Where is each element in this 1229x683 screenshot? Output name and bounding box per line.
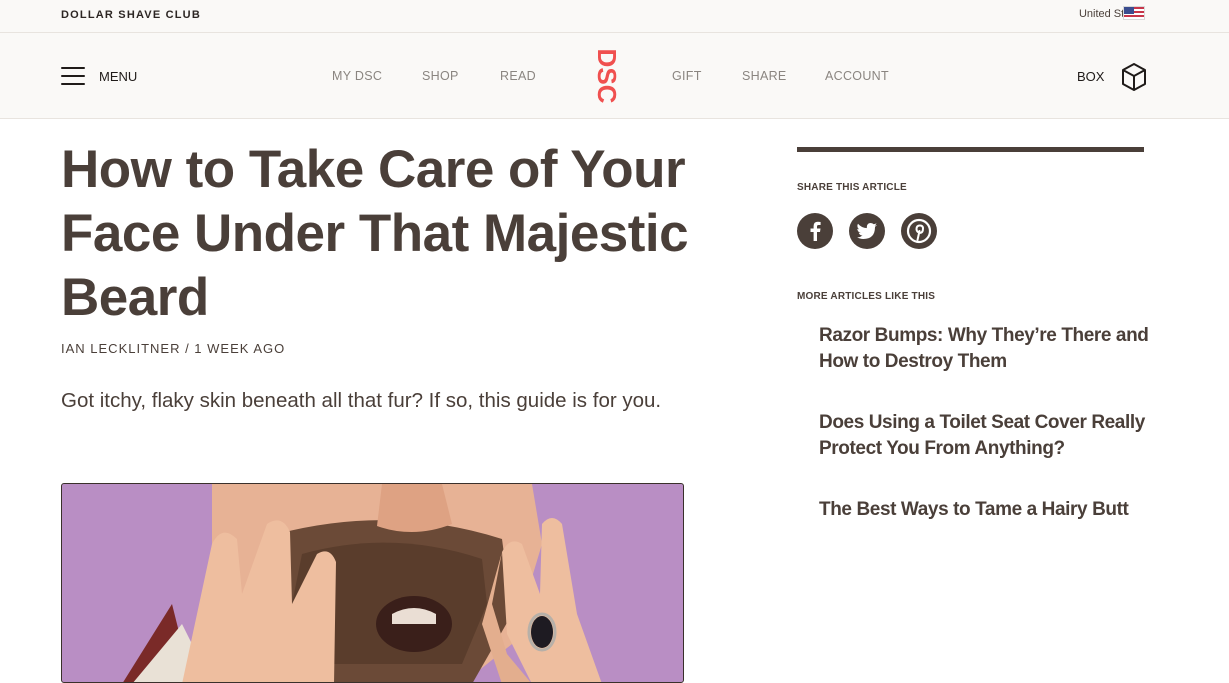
hero-image <box>61 483 684 683</box>
nav-link-gift[interactable]: GIFT <box>672 69 702 83</box>
related-article-link[interactable]: Does Using a Toilet Seat Cover Really Pr… <box>819 410 1149 462</box>
share-heading: SHARE THIS ARTICLE <box>797 182 907 193</box>
bearded-man-photo <box>123 484 602 682</box>
hamburger-menu-icon[interactable] <box>61 67 85 85</box>
article-byline: IAN LECKLITNER / 1 WEEK AGO <box>61 341 286 356</box>
box-button[interactable]: BOX <box>1077 69 1104 84</box>
pinterest-icon[interactable] <box>901 213 937 249</box>
twitter-icon[interactable] <box>849 213 885 249</box>
box-cube-icon[interactable] <box>1120 62 1148 92</box>
related-article-link[interactable]: Razor Bumps: Why They’re There and How t… <box>819 323 1149 375</box>
sidebar-divider <box>797 147 1144 152</box>
us-flag-icon[interactable] <box>1123 6 1145 20</box>
nav-link-read[interactable]: READ <box>500 69 536 83</box>
nav-link-shop[interactable]: SHOP <box>422 69 459 83</box>
logo-text: DSC <box>592 49 620 104</box>
more-articles-heading: MORE ARTICLES LIKE THIS <box>797 291 936 302</box>
nav-link-account[interactable]: ACCOUNT <box>825 69 889 83</box>
nav-link-my-dsc[interactable]: MY DSC <box>332 69 382 83</box>
top-utility-bar: DOLLAR SHAVE CLUB United States <box>0 0 1229 33</box>
article-title: How to Take Care of Your Face Under That… <box>61 140 689 327</box>
main-navigation: MENU MY DSC SHOP READ DSC GIFT SHARE ACC… <box>0 33 1229 119</box>
brand-name[interactable]: DOLLAR SHAVE CLUB <box>61 9 201 21</box>
dsc-logo[interactable]: DSC <box>590 47 620 105</box>
related-article-link[interactable]: The Best Ways to Tame a Hairy Butt <box>819 497 1149 523</box>
article-dek: Got itchy, flaky skin beneath all that f… <box>61 389 662 412</box>
menu-button[interactable]: MENU <box>99 69 137 84</box>
facebook-icon[interactable] <box>797 213 833 249</box>
nav-link-share[interactable]: SHARE <box>742 69 787 83</box>
